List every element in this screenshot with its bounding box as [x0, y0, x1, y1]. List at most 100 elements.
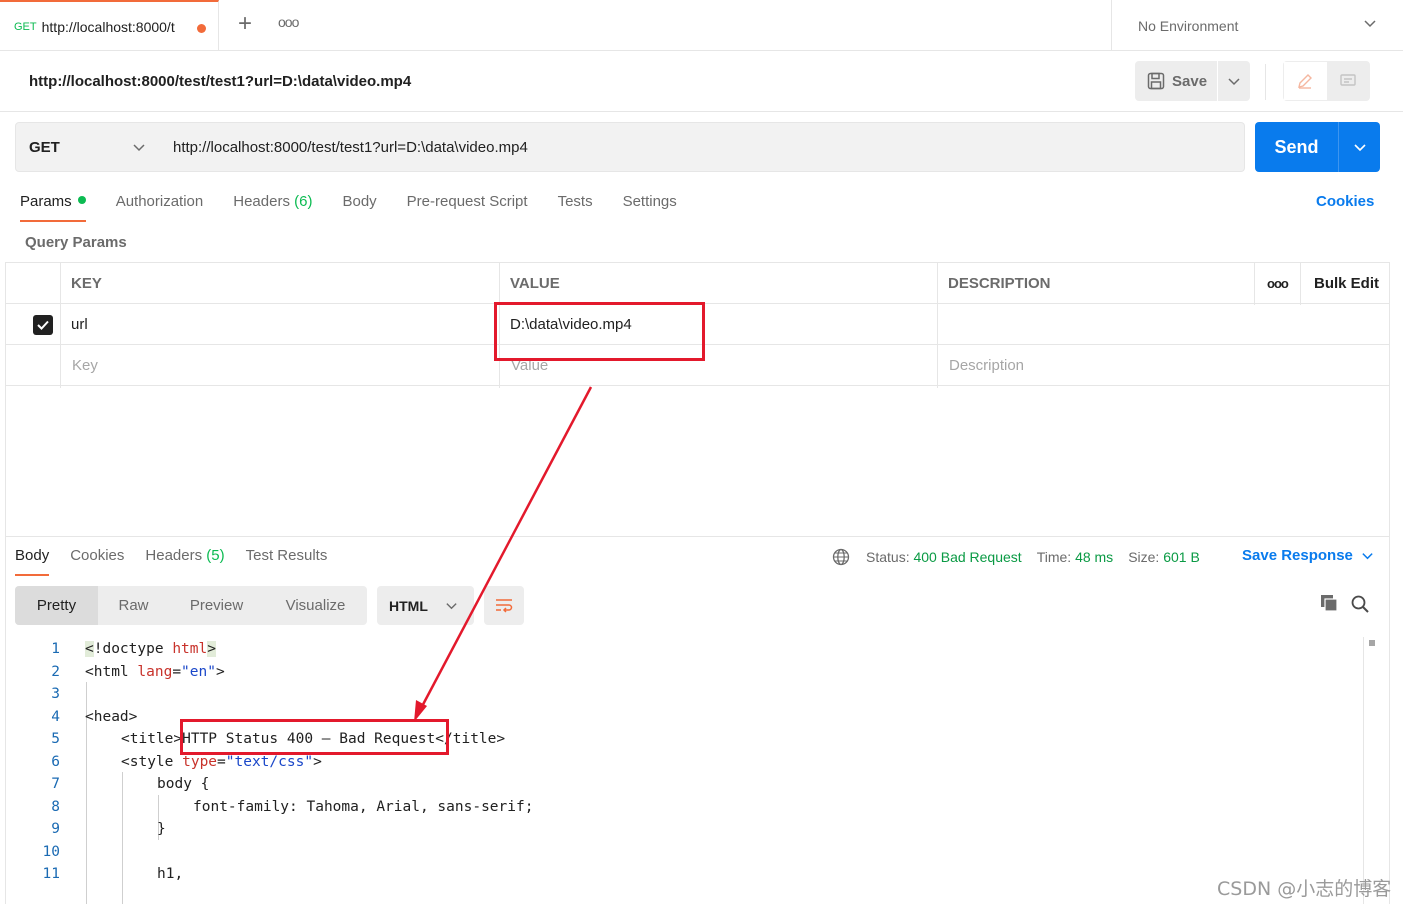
copy-icon[interactable]: [1319, 593, 1339, 613]
code-text: h1,: [157, 866, 184, 883]
watermark: CSDN @小志的博客: [1217, 878, 1392, 900]
tab-headers[interactable]: Headers (6): [233, 188, 312, 224]
line-number: 9: [51, 821, 60, 838]
param-description-field[interactable]: [937, 304, 1390, 345]
search-icon[interactable]: [1350, 594, 1370, 614]
view-mode-visualize[interactable]: Visualize: [264, 586, 367, 625]
chevron-down-icon: [133, 144, 145, 152]
tab-label: Pre-request Script: [406, 193, 528, 210]
column-divider: [937, 263, 938, 388]
code-text: <style type="text/css">: [121, 753, 322, 770]
view-mode-pretty[interactable]: Pretty: [15, 586, 98, 625]
language-select[interactable]: HTML: [377, 586, 474, 625]
tab-label: Params: [20, 193, 72, 210]
environment-selector[interactable]: No Environment: [1111, 0, 1403, 51]
code-line: 3: [15, 683, 60, 706]
view-mode-raw[interactable]: Raw: [98, 586, 169, 625]
code-line: 8 font-family: Tahoma, Arial, sans-serif…: [15, 796, 533, 819]
save-options-button[interactable]: [1218, 61, 1250, 101]
tab-tests[interactable]: Tests: [558, 188, 593, 224]
tab-url: http://localhost:8000/t: [41, 18, 175, 35]
cookies-link[interactable]: Cookies: [1316, 193, 1374, 210]
code-text: }: [157, 821, 166, 838]
line-number: 2: [51, 663, 60, 680]
tab-label: Body: [15, 547, 50, 564]
wrap-lines-icon: [496, 598, 513, 613]
tab-pre-request-script[interactable]: Pre-request Script: [407, 188, 528, 224]
url-input[interactable]: http://localhost:8000/test/test1?url=D:\…: [159, 122, 1245, 172]
header-divider: [1265, 64, 1266, 100]
description-input[interactable]: Description: [938, 345, 1390, 386]
save-button[interactable]: Save: [1135, 61, 1218, 101]
globe-icon[interactable]: [832, 548, 850, 566]
code-line: 7 body {: [15, 773, 209, 796]
request-tabs: Params Authorization Headers (6) Body Pr…: [20, 188, 707, 224]
code-line: 5 <title>HTTP Status 400 – Bad Request</…: [15, 728, 505, 751]
param-checkbox[interactable]: [33, 314, 53, 335]
line-number: 5: [51, 731, 60, 748]
send-button[interactable]: Send: [1255, 122, 1339, 172]
bulk-edit-button[interactable]: Bulk Edit: [1303, 263, 1390, 304]
code-line: 6 <style type="text/css">: [15, 751, 322, 774]
tab-test-results[interactable]: Test Results: [246, 543, 328, 577]
tab-label: Cookies: [70, 547, 125, 564]
editor-scrollbar-track[interactable]: [1363, 637, 1364, 904]
line-number: 8: [51, 798, 60, 815]
line-number: 3: [51, 686, 60, 703]
tab-authorization[interactable]: Authorization: [116, 188, 204, 224]
tab-count: (6): [294, 193, 313, 210]
response-code-editor[interactable]: 1 <!doctype html> 2 <html lang="en"> 3 4…: [15, 637, 1360, 904]
tab-response-headers[interactable]: Headers (5): [145, 543, 224, 577]
response-meta: Status: 400 Bad Request Time: 48 ms Size…: [832, 547, 1200, 567]
tab-response-body[interactable]: Body: [15, 543, 50, 577]
chevron-down-icon: [1362, 553, 1373, 560]
table-more-icon[interactable]: ooo: [1256, 263, 1300, 304]
table-header-row: KEY VALUE DESCRIPTION ooo Bulk Edit: [5, 263, 1390, 304]
tab-settings[interactable]: Settings: [623, 188, 677, 224]
save-response-button[interactable]: Save Response: [1242, 547, 1374, 564]
chevron-down-icon: [1228, 78, 1240, 86]
row-checkbox-cell: [23, 304, 63, 345]
line-number: 11: [42, 866, 60, 883]
request-title[interactable]: http://localhost:8000/test/test1?url=D:\…: [29, 73, 411, 90]
tab-body[interactable]: Body: [342, 188, 376, 224]
more-tabs-icon[interactable]: ooo: [278, 14, 299, 30]
tab-count: (5): [206, 547, 225, 564]
comments-button[interactable]: [1326, 62, 1369, 100]
response-divider: [5, 536, 1390, 537]
tab-label: Test Results: [245, 547, 328, 564]
code-text: font-family: Tahoma, Arial, sans-serif;: [193, 798, 534, 815]
column-divider: [60, 263, 61, 388]
query-params-heading: Query Params: [25, 234, 127, 251]
tab-response-cookies[interactable]: Cookies: [70, 543, 124, 577]
status-value[interactable]: 400 Bad Request: [913, 549, 1021, 565]
column-divider: [1300, 263, 1301, 305]
code-line: 9 }: [15, 818, 165, 841]
line-number: 6: [51, 753, 60, 770]
tab-params[interactable]: Params: [20, 188, 86, 224]
new-tab-button[interactable]: +: [233, 12, 257, 37]
view-mode-preview[interactable]: Preview: [169, 586, 264, 625]
request-tab-active[interactable]: GET http://localhost:8000/t: [0, 0, 219, 51]
tab-method: GET: [14, 20, 37, 33]
param-key-field[interactable]: url: [60, 304, 499, 345]
code-line: 11 h1,: [15, 863, 184, 886]
edit-button[interactable]: [1284, 62, 1327, 100]
code-text: body {: [157, 776, 210, 793]
time-value[interactable]: 48 ms: [1075, 549, 1113, 565]
column-divider: [1254, 263, 1255, 305]
send-options-button[interactable]: [1339, 122, 1380, 172]
size-value[interactable]: 601 B: [1163, 549, 1200, 565]
code-line: 1 <!doctype html>: [15, 638, 216, 661]
key-input[interactable]: Key: [61, 345, 499, 386]
save-label: Save: [1172, 72, 1208, 90]
code-text: <head>: [85, 708, 138, 725]
tab-label: Headers: [233, 193, 295, 210]
params-active-dot-icon: [77, 196, 86, 204]
save-button-group: Save: [1135, 61, 1250, 101]
environment-label: No Environment: [1138, 17, 1239, 34]
method-select[interactable]: GET: [15, 122, 160, 172]
wrap-lines-button[interactable]: [484, 586, 524, 625]
editor-scrollbar-thumb[interactable]: [1369, 640, 1375, 646]
size-label: Size:: [1128, 549, 1160, 565]
